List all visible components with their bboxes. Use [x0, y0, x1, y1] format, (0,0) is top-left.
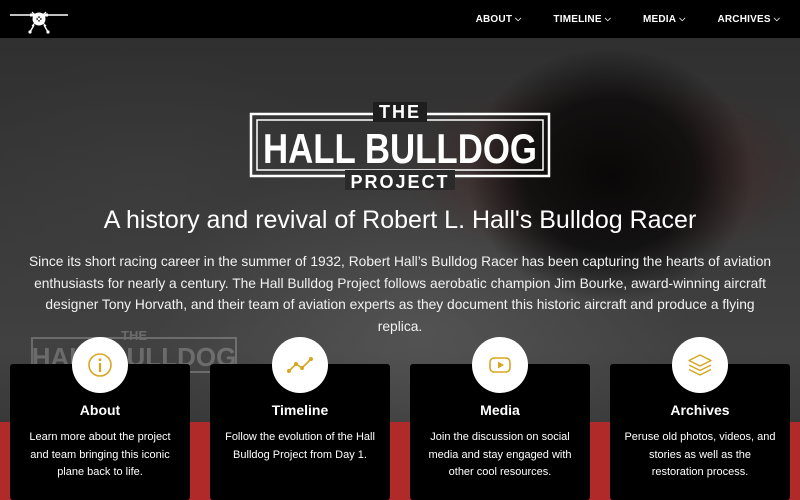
card-timeline[interactable]: Timeline Follow the evolution of the Hal…	[210, 337, 390, 500]
svg-text:PROJECT: PROJECT	[350, 172, 449, 192]
chevron-down-icon: ⌵	[773, 14, 780, 23]
card-archives[interactable]: Archives Peruse old photos, videos, and …	[610, 337, 790, 500]
layers-icon	[672, 337, 728, 393]
card-description: Join the discussion on social media and …	[428, 431, 572, 478]
card-title: Media	[480, 402, 520, 418]
chevron-down-icon: ⌵	[515, 14, 522, 23]
card-description: Learn more about the project and team br…	[29, 431, 171, 478]
card-title: About	[79, 402, 121, 418]
airplane-icon[interactable]	[10, 4, 68, 34]
chevron-down-icon: ⌵	[604, 14, 611, 23]
hall-bulldog-project-logo: THE HALL BULLDOG PROJECT	[249, 102, 551, 192]
hero-description: Since its short racing career in the sum…	[28, 254, 772, 334]
nav-item-label: TIMELINE	[553, 13, 602, 25]
nav-item-label: ABOUT	[475, 13, 513, 25]
card-description: Peruse old photos, videos, and stories a…	[624, 431, 776, 478]
svg-text:THE: THE	[379, 102, 421, 122]
card-title: Timeline	[271, 402, 329, 418]
card-title: Archives	[670, 402, 730, 418]
timeline-icon	[272, 337, 328, 393]
nav-menu: ABOUT ⌵ TIMELINE ⌵ MEDIA ⌵ ARCHIVES ⌵	[444, 0, 780, 38]
card-description: Follow the evolution of the Hall Bulldog…	[225, 431, 375, 461]
nav-item-about[interactable]: ABOUT ⌵	[476, 14, 522, 25]
hero-heading: A history and revival of Robert L. Hall'…	[103, 206, 697, 234]
chevron-down-icon: ⌵	[679, 14, 686, 23]
card-about[interactable]: About Learn more about the project and t…	[10, 337, 190, 500]
nav-item-label: ARCHIVES	[717, 13, 771, 25]
video-play-icon	[472, 337, 528, 393]
nav-item-archives[interactable]: ARCHIVES ⌵	[717, 14, 780, 25]
svg-text:HALL BULLDOG: HALL BULLDOG	[263, 125, 537, 172]
nav-item-media[interactable]: MEDIA ⌵	[643, 14, 686, 25]
card-media[interactable]: Media Join the discussion on social medi…	[410, 337, 590, 500]
nav-item-label: MEDIA	[642, 13, 677, 25]
nav-item-timeline[interactable]: TIMELINE ⌵	[553, 14, 611, 25]
info-icon	[72, 337, 128, 393]
top-navbar: ABOUT ⌵ TIMELINE ⌵ MEDIA ⌵ ARCHIVES ⌵	[0, 0, 800, 38]
